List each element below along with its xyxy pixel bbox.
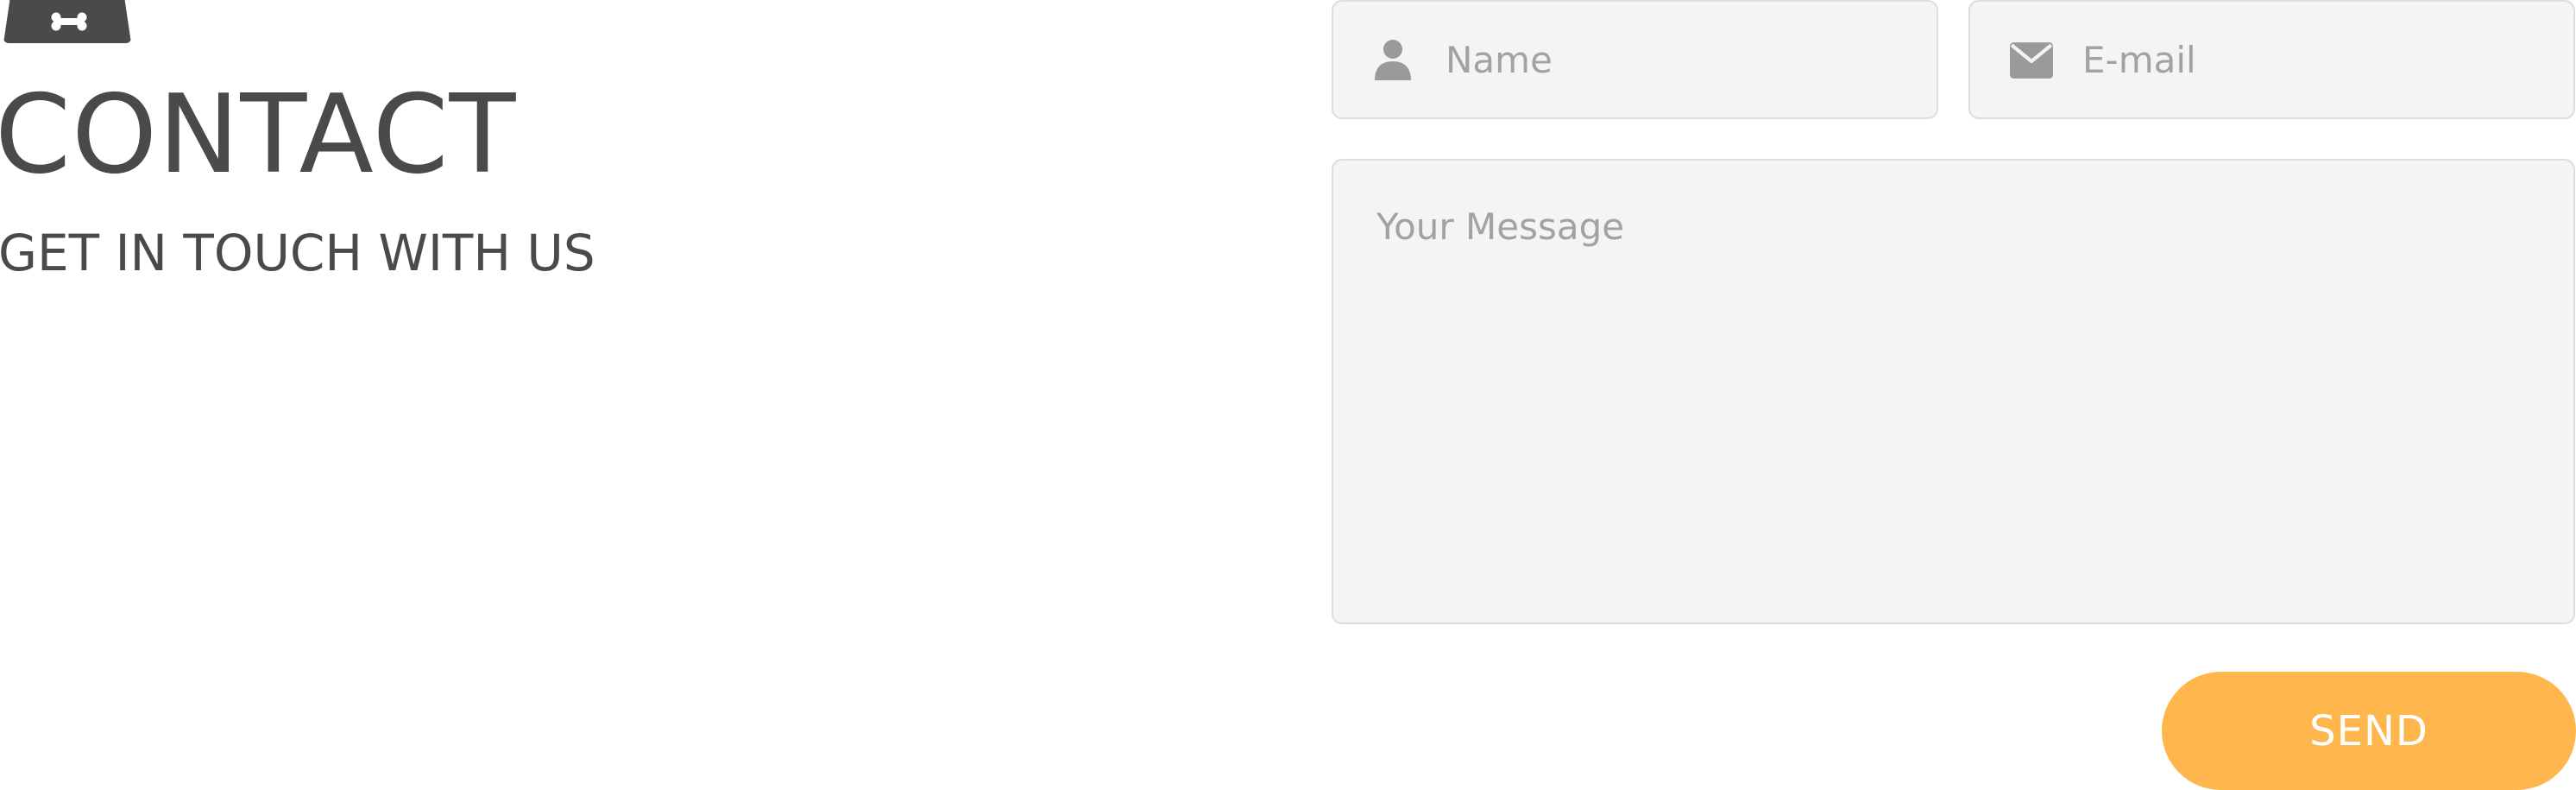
email-field[interactable] [1968,0,2575,119]
message-field[interactable] [1332,159,2575,624]
envelope-icon [2010,42,2053,79]
bone-icon [51,12,87,31]
page-subtitle: GET IN TOUCH WITH US [0,224,595,282]
name-input[interactable] [1445,2,1920,117]
message-textarea[interactable] [1376,202,2533,599]
bone-badge [3,0,131,43]
page-title: CONTACT [0,71,517,198]
email-input[interactable] [2082,2,2557,117]
send-button[interactable]: SEND [2162,672,2576,790]
name-field[interactable] [1332,0,1938,119]
user-icon [1375,40,1411,80]
